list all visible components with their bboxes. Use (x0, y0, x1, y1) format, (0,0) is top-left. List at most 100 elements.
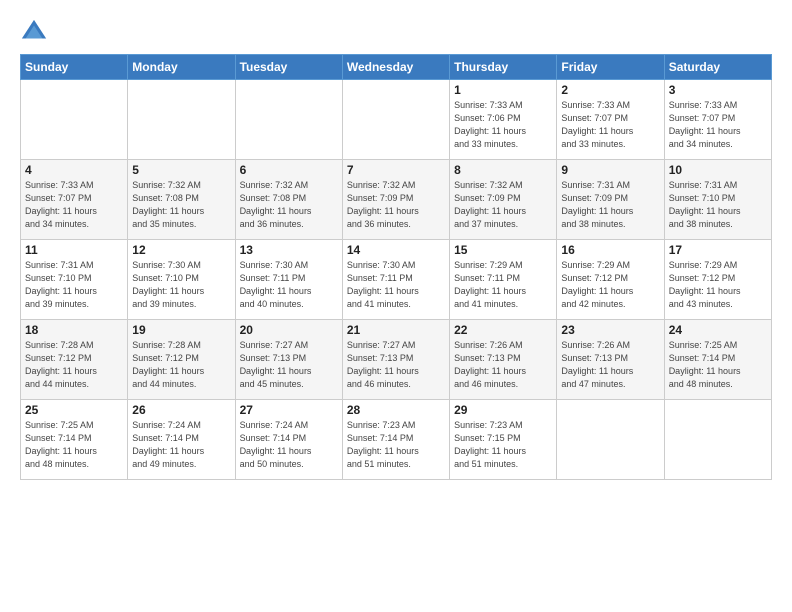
day-number: 15 (454, 243, 552, 257)
calendar-week-1: 4 Sunrise: 7:33 AM Sunset: 7:07 PM Daylig… (21, 160, 772, 240)
day-info: Sunrise: 7:24 AM Sunset: 7:14 PM Dayligh… (240, 419, 338, 471)
day-info: Sunrise: 7:32 AM Sunset: 7:08 PM Dayligh… (132, 179, 230, 231)
calendar-table: SundayMondayTuesdayWednesdayThursdayFrid… (20, 54, 772, 480)
weekday-header-sunday: Sunday (21, 55, 128, 80)
day-number: 27 (240, 403, 338, 417)
calendar-cell: 15 Sunrise: 7:29 AM Sunset: 7:11 PM Dayli… (450, 240, 557, 320)
calendar-cell (664, 400, 771, 480)
day-number: 9 (561, 163, 659, 177)
day-info: Sunrise: 7:33 AM Sunset: 7:07 PM Dayligh… (561, 99, 659, 151)
calendar-week-2: 11Sunrise: 7:31 AM Sunset: 7:10 PM Dayli… (21, 240, 772, 320)
day-number: 6 (240, 163, 338, 177)
day-info: Sunrise: 7:32 AM Sunset: 7:09 PM Dayligh… (454, 179, 552, 231)
header (20, 18, 772, 46)
calendar-week-0: 1 Sunrise: 7:33 AM Sunset: 7:06 PM Daylig… (21, 80, 772, 160)
day-info: Sunrise: 7:30 AM Sunset: 7:11 PM Dayligh… (347, 259, 445, 311)
calendar-cell: 10 Sunrise: 7:31 AM Sunset: 7:10 PM Dayli… (664, 160, 771, 240)
calendar-cell: 18 Sunrise: 7:28 AM Sunset: 7:12 PM Dayli… (21, 320, 128, 400)
calendar-cell: 9 Sunrise: 7:31 AM Sunset: 7:09 PM Daylig… (557, 160, 664, 240)
day-info: Sunrise: 7:27 AM Sunset: 7:13 PM Dayligh… (240, 339, 338, 391)
day-number: 1 (454, 83, 552, 97)
day-info: Sunrise: 7:26 AM Sunset: 7:13 PM Dayligh… (454, 339, 552, 391)
day-info: Sunrise: 7:33 AM Sunset: 7:06 PM Dayligh… (454, 99, 552, 151)
day-number: 22 (454, 323, 552, 337)
day-info: Sunrise: 7:31 AM Sunset: 7:10 PM Dayligh… (669, 179, 767, 231)
calendar-cell: 26 Sunrise: 7:24 AM Sunset: 7:14 PM Dayli… (128, 400, 235, 480)
day-number: 29 (454, 403, 552, 417)
calendar-cell: 16Sunrise: 7:29 AM Sunset: 7:12 PM Dayli… (557, 240, 664, 320)
day-info: Sunrise: 7:30 AM Sunset: 7:10 PM Dayligh… (132, 259, 230, 311)
weekday-header-monday: Monday (128, 55, 235, 80)
weekday-header-row: SundayMondayTuesdayWednesdayThursdayFrid… (21, 55, 772, 80)
calendar-cell: 12 Sunrise: 7:30 AM Sunset: 7:10 PM Dayli… (128, 240, 235, 320)
weekday-header-friday: Friday (557, 55, 664, 80)
day-number: 10 (669, 163, 767, 177)
day-info: Sunrise: 7:25 AM Sunset: 7:14 PM Dayligh… (669, 339, 767, 391)
calendar-cell (342, 80, 449, 160)
day-number: 21 (347, 323, 445, 337)
calendar-cell: 14Sunrise: 7:30 AM Sunset: 7:11 PM Dayli… (342, 240, 449, 320)
calendar-cell: 3 Sunrise: 7:33 AM Sunset: 7:07 PM Daylig… (664, 80, 771, 160)
weekday-header-saturday: Saturday (664, 55, 771, 80)
day-info: Sunrise: 7:29 AM Sunset: 7:12 PM Dayligh… (669, 259, 767, 311)
day-info: Sunrise: 7:26 AM Sunset: 7:13 PM Dayligh… (561, 339, 659, 391)
calendar-cell: 2 Sunrise: 7:33 AM Sunset: 7:07 PM Daylig… (557, 80, 664, 160)
day-info: Sunrise: 7:24 AM Sunset: 7:14 PM Dayligh… (132, 419, 230, 471)
day-number: 26 (132, 403, 230, 417)
calendar-cell: 4 Sunrise: 7:33 AM Sunset: 7:07 PM Daylig… (21, 160, 128, 240)
day-number: 5 (132, 163, 230, 177)
day-info: Sunrise: 7:27 AM Sunset: 7:13 PM Dayligh… (347, 339, 445, 391)
weekday-header-thursday: Thursday (450, 55, 557, 80)
day-number: 17 (669, 243, 767, 257)
day-number: 28 (347, 403, 445, 417)
weekday-header-tuesday: Tuesday (235, 55, 342, 80)
day-number: 25 (25, 403, 123, 417)
day-info: Sunrise: 7:29 AM Sunset: 7:12 PM Dayligh… (561, 259, 659, 311)
day-info: Sunrise: 7:33 AM Sunset: 7:07 PM Dayligh… (25, 179, 123, 231)
weekday-header-wednesday: Wednesday (342, 55, 449, 80)
calendar-cell: 25 Sunrise: 7:25 AM Sunset: 7:14 PM Dayli… (21, 400, 128, 480)
day-info: Sunrise: 7:33 AM Sunset: 7:07 PM Dayligh… (669, 99, 767, 151)
day-number: 24 (669, 323, 767, 337)
calendar-cell: 19Sunrise: 7:28 AM Sunset: 7:12 PM Dayli… (128, 320, 235, 400)
calendar-cell: 11Sunrise: 7:31 AM Sunset: 7:10 PM Dayli… (21, 240, 128, 320)
day-number: 4 (25, 163, 123, 177)
calendar-week-3: 18 Sunrise: 7:28 AM Sunset: 7:12 PM Dayli… (21, 320, 772, 400)
calendar-cell: 22 Sunrise: 7:26 AM Sunset: 7:13 PM Dayli… (450, 320, 557, 400)
calendar-cell: 8Sunrise: 7:32 AM Sunset: 7:09 PM Daylig… (450, 160, 557, 240)
day-info: Sunrise: 7:28 AM Sunset: 7:12 PM Dayligh… (132, 339, 230, 391)
day-info: Sunrise: 7:23 AM Sunset: 7:14 PM Dayligh… (347, 419, 445, 471)
day-info: Sunrise: 7:32 AM Sunset: 7:09 PM Dayligh… (347, 179, 445, 231)
calendar-cell: 20 Sunrise: 7:27 AM Sunset: 7:13 PM Dayli… (235, 320, 342, 400)
day-number: 18 (25, 323, 123, 337)
calendar-cell: 13Sunrise: 7:30 AM Sunset: 7:11 PM Dayli… (235, 240, 342, 320)
calendar-cell: 23 Sunrise: 7:26 AM Sunset: 7:13 PM Dayli… (557, 320, 664, 400)
day-info: Sunrise: 7:32 AM Sunset: 7:08 PM Dayligh… (240, 179, 338, 231)
day-info: Sunrise: 7:28 AM Sunset: 7:12 PM Dayligh… (25, 339, 123, 391)
calendar-cell: 5 Sunrise: 7:32 AM Sunset: 7:08 PM Daylig… (128, 160, 235, 240)
calendar-cell: 27 Sunrise: 7:24 AM Sunset: 7:14 PM Dayli… (235, 400, 342, 480)
day-number: 23 (561, 323, 659, 337)
day-info: Sunrise: 7:31 AM Sunset: 7:09 PM Dayligh… (561, 179, 659, 231)
calendar-cell: 24 Sunrise: 7:25 AM Sunset: 7:14 PM Dayli… (664, 320, 771, 400)
day-info: Sunrise: 7:23 AM Sunset: 7:15 PM Dayligh… (454, 419, 552, 471)
day-number: 20 (240, 323, 338, 337)
day-info: Sunrise: 7:25 AM Sunset: 7:14 PM Dayligh… (25, 419, 123, 471)
day-number: 7 (347, 163, 445, 177)
calendar-cell (21, 80, 128, 160)
calendar-week-4: 25 Sunrise: 7:25 AM Sunset: 7:14 PM Dayli… (21, 400, 772, 480)
calendar-cell (557, 400, 664, 480)
day-number: 2 (561, 83, 659, 97)
calendar-cell (235, 80, 342, 160)
day-info: Sunrise: 7:29 AM Sunset: 7:11 PM Dayligh… (454, 259, 552, 311)
calendar-cell: 17 Sunrise: 7:29 AM Sunset: 7:12 PM Dayli… (664, 240, 771, 320)
day-number: 3 (669, 83, 767, 97)
day-info: Sunrise: 7:31 AM Sunset: 7:10 PM Dayligh… (25, 259, 123, 311)
calendar-cell: 28 Sunrise: 7:23 AM Sunset: 7:14 PM Dayli… (342, 400, 449, 480)
day-number: 12 (132, 243, 230, 257)
page: SundayMondayTuesdayWednesdayThursdayFrid… (0, 0, 792, 612)
day-info: Sunrise: 7:30 AM Sunset: 7:11 PM Dayligh… (240, 259, 338, 311)
logo (20, 18, 52, 46)
calendar-cell: 29 Sunrise: 7:23 AM Sunset: 7:15 PM Dayli… (450, 400, 557, 480)
calendar-cell (128, 80, 235, 160)
